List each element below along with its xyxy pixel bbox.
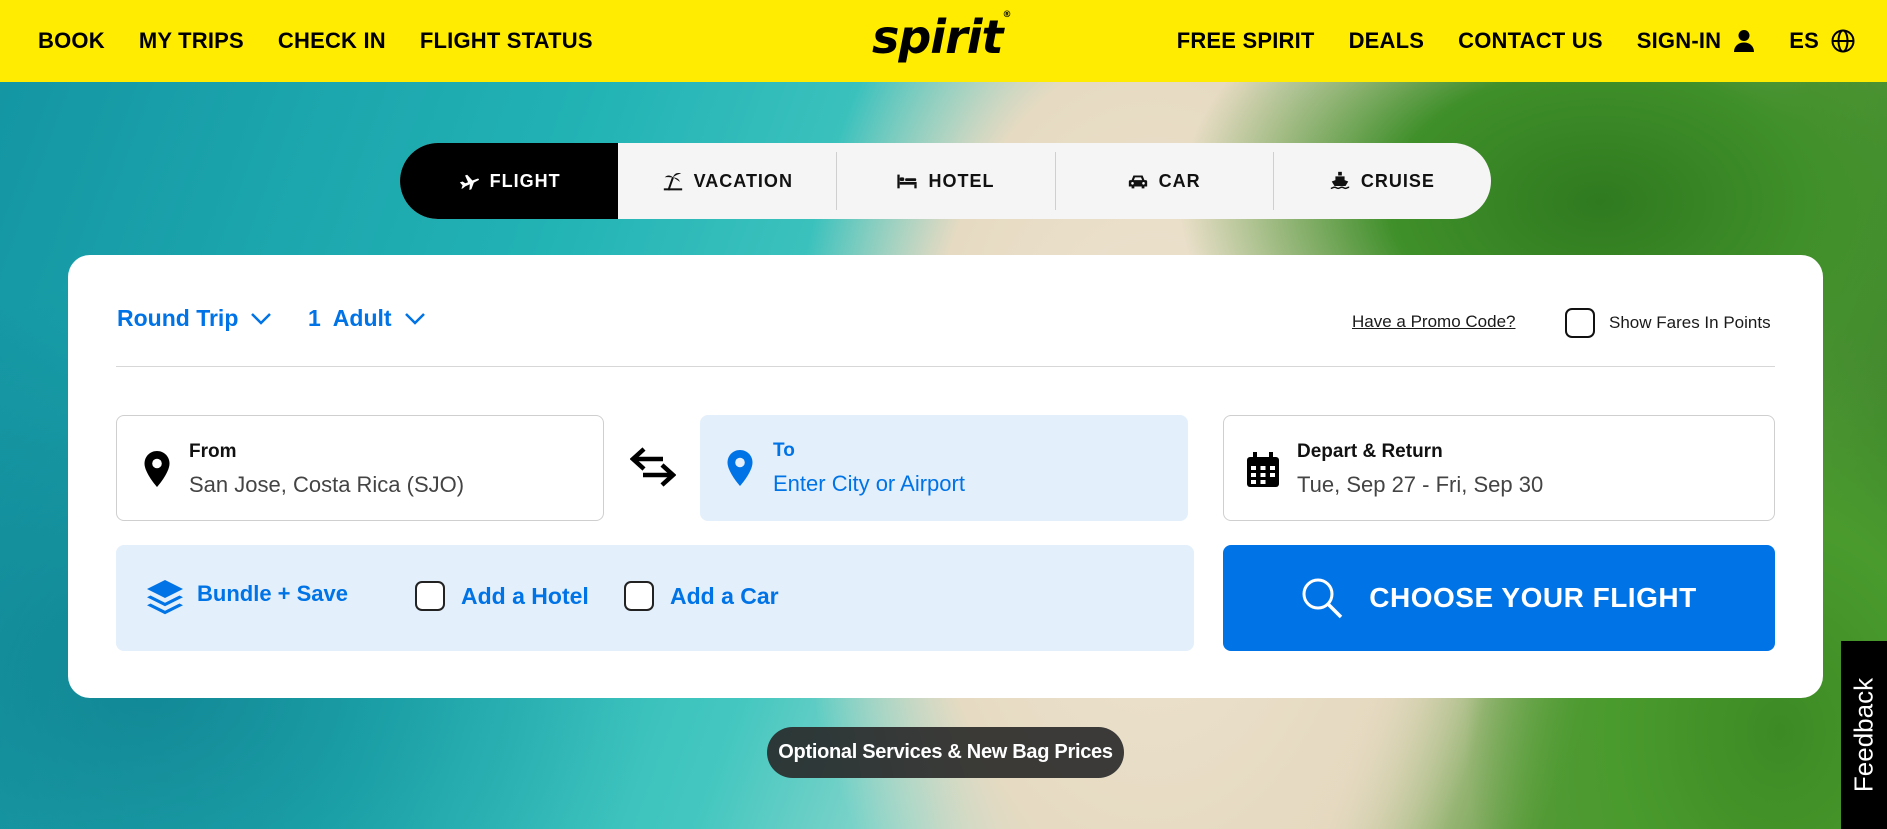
ship-icon xyxy=(1330,171,1350,190)
nav-sign-in[interactable]: SIGN-IN xyxy=(1637,28,1756,54)
show-points-toggle: Show Fares In Points xyxy=(1565,308,1771,338)
show-points-checkbox[interactable] xyxy=(1565,308,1595,338)
bundle-save-bar: Bundle + Save Add a Hotel Add a Car xyxy=(116,545,1194,651)
passengers-label: Adult xyxy=(332,305,392,331)
add-hotel-option[interactable]: Add a Hotel xyxy=(415,581,589,611)
product-tabs: FLIGHT VACATION HOTEL CAR CRUISE xyxy=(400,143,1491,219)
nav-book[interactable]: BOOK xyxy=(38,28,105,54)
dates-label: Depart & Return xyxy=(1297,441,1443,462)
top-header: BOOK MY TRIPS CHECK IN FLIGHT STATUS spi… xyxy=(0,0,1887,82)
tab-cruise-label: CRUISE xyxy=(1360,170,1435,191)
to-placeholder: Enter City or Airport xyxy=(773,471,965,496)
trip-type-select[interactable]: Round Trip xyxy=(117,305,272,332)
optional-services-banner[interactable]: Optional Services & New Bag Prices xyxy=(767,727,1124,778)
beach-icon xyxy=(663,172,682,191)
feedback-label: Feedback xyxy=(1848,677,1879,793)
airplane-icon xyxy=(459,174,479,190)
add-hotel-checkbox[interactable] xyxy=(415,581,445,611)
nav-flight-status[interactable]: FLIGHT STATUS xyxy=(420,28,593,54)
add-car-option[interactable]: Add a Car xyxy=(624,581,779,611)
to-field[interactable]: To Enter City or Airport xyxy=(700,415,1188,521)
nav-my-trips[interactable]: MY TRIPS xyxy=(139,28,244,54)
chevron-down-icon xyxy=(251,312,272,325)
to-label: To xyxy=(773,440,795,461)
bundle-save-label: Bundle + Save xyxy=(197,581,349,606)
choose-your-flight-label: CHOOSE YOUR FLIGHT xyxy=(1369,582,1697,613)
nav-free-spirit[interactable]: FREE SPIRIT xyxy=(1177,28,1315,54)
car-icon xyxy=(1128,175,1147,189)
add-car-checkbox[interactable] xyxy=(624,581,654,611)
tab-vacation-label: VACATION xyxy=(693,170,793,191)
location-pin-icon xyxy=(727,450,753,486)
tab-flight[interactable]: FLIGHT xyxy=(400,143,619,219)
tab-hotel[interactable]: HOTEL xyxy=(836,143,1054,219)
trip-type-value: Round Trip xyxy=(117,305,239,331)
swap-arrows-icon xyxy=(629,447,677,487)
choose-your-flight-button[interactable]: CHOOSE YOUR FLIGHT xyxy=(1223,545,1775,651)
promo-code-link[interactable]: Have a Promo Code? xyxy=(1352,312,1515,332)
search-icon xyxy=(1302,578,1343,619)
nav-deals[interactable]: DEALS xyxy=(1349,28,1425,54)
tab-flight-label: FLIGHT xyxy=(489,170,561,191)
globe-icon xyxy=(1831,29,1855,53)
add-car-label: Add a Car xyxy=(670,582,779,609)
language-label: ES xyxy=(1789,28,1819,53)
show-points-label: Show Fares In Points xyxy=(1609,313,1771,332)
feedback-tab[interactable]: Feedback xyxy=(1841,641,1887,829)
layers-icon xyxy=(147,580,183,615)
tab-car[interactable]: CAR xyxy=(1054,143,1273,219)
dates-field[interactable]: Depart & Return Tue, Sep 27 - Fri, Sep 3… xyxy=(1223,415,1775,521)
from-label: From xyxy=(189,441,237,462)
dates-value: Tue, Sep 27 - Fri, Sep 30 xyxy=(1297,472,1544,497)
card-divider xyxy=(116,366,1775,367)
passengers-count: 1 xyxy=(308,305,321,331)
nav-language[interactable]: ES xyxy=(1789,28,1855,54)
nav-contact-us[interactable]: CONTACT US xyxy=(1458,28,1603,54)
chevron-down-icon xyxy=(404,312,425,325)
tab-vacation[interactable]: VACATION xyxy=(618,143,836,219)
add-hotel-label: Add a Hotel xyxy=(461,582,589,609)
spirit-logo[interactable]: spirit® xyxy=(872,10,1012,64)
primary-nav: BOOK MY TRIPS CHECK IN FLIGHT STATUS xyxy=(38,0,593,82)
nav-check-in[interactable]: CHECK IN xyxy=(278,28,386,54)
tab-car-label: CAR xyxy=(1158,170,1201,191)
calendar-icon xyxy=(1247,452,1279,487)
sign-in-label: SIGN-IN xyxy=(1636,28,1722,53)
swap-airports-button[interactable] xyxy=(629,447,677,492)
from-field[interactable]: From San Jose, Costa Rica (SJO) xyxy=(116,415,604,521)
logo-text: spirit xyxy=(872,10,1004,64)
tab-cruise[interactable]: CRUISE xyxy=(1272,143,1491,219)
bed-icon xyxy=(897,174,918,189)
booking-card: Round Trip 1 Adult Have a Promo Code? Sh… xyxy=(68,255,1823,698)
tab-hotel-label: HOTEL xyxy=(928,170,995,191)
location-pin-icon xyxy=(144,451,170,487)
passengers-select[interactable]: 1 Adult xyxy=(308,305,426,332)
trademark-mark: ® xyxy=(1002,10,1012,20)
user-icon xyxy=(1734,30,1755,52)
from-value: San Jose, Costa Rica (SJO) xyxy=(189,472,465,497)
secondary-nav: FREE SPIRIT DEALS CONTACT US SIGN-IN ES xyxy=(1177,0,1855,82)
